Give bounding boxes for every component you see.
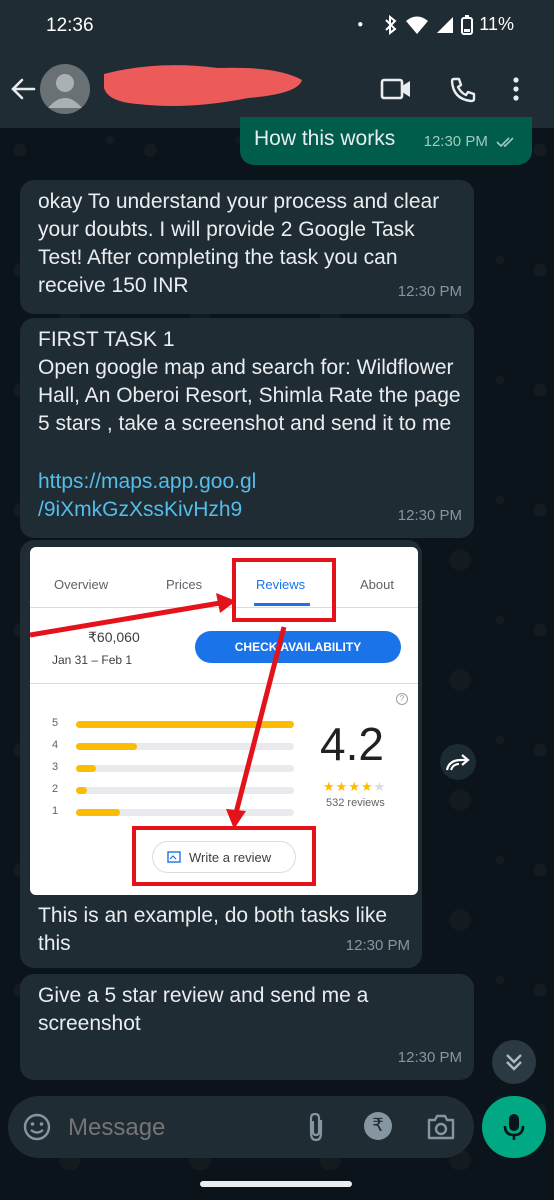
message-meta: 12:30 PM [424,128,518,156]
attach-icon[interactable] [306,1112,326,1142]
message-text: okay To understand your process and clea… [38,190,446,297]
dot-icon: ● [357,19,364,30]
emoji-icon[interactable] [22,1112,52,1142]
battery-icon [461,14,474,35]
read-receipt-icon [496,137,514,148]
back-arrow-icon[interactable] [10,76,36,102]
message-text: Give a 5 star review and send me a scree… [38,984,375,1035]
signal-icon [437,16,454,33]
message-time: 12:30 PM [397,1049,462,1066]
phone-icon[interactable] [449,76,477,104]
link-line: /9iXmkGzXssKivHzh9 [38,498,243,521]
double-chevron-down-icon [506,1054,522,1071]
message-time: 12:30 PM [397,507,462,524]
bluetooth-icon [385,14,397,35]
message-composer: ₹ [8,1096,474,1158]
message-time: 12:30 PM [397,283,462,300]
status-bar: 12:36 ● 11% [0,0,554,52]
redacted-contact-name[interactable] [98,58,308,114]
forward-button[interactable] [440,744,476,780]
example-screenshot-image[interactable]: Overview Prices Reviews About ₹60,060 Ja… [30,547,418,895]
forward-icon [445,754,470,771]
scroll-to-bottom-button[interactable] [492,1040,536,1084]
default-avatar-icon [48,74,82,108]
message-link[interactable]: https://maps.app.goo.gl /9iXmkGzXssKivHz… [38,468,256,524]
video-call-icon[interactable] [380,76,412,102]
message-input[interactable] [66,1108,290,1148]
image-caption: This is an example, do both tasks like t… [38,904,393,955]
mic-button[interactable] [482,1096,546,1158]
status-time: 12:36 [46,15,94,36]
avatar[interactable] [40,64,90,114]
mic-icon [503,1114,525,1140]
incoming-message[interactable]: FIRST TASK 1 Open google map and search … [20,318,474,538]
incoming-message[interactable]: Give a 5 star review and send me a scree… [20,974,474,1080]
camera-icon[interactable] [426,1114,456,1140]
message-text: FIRST TASK 1 Open google map and search … [38,328,461,435]
incoming-message[interactable]: okay To understand your process and clea… [20,180,474,314]
outgoing-message[interactable]: How this works 12:30 PM [240,117,532,165]
message-time: 12:30 PM [423,133,488,150]
home-indicator[interactable] [200,1181,352,1187]
battery-percent: 11% [479,14,514,34]
link-line: https://maps.app.goo.gl [38,470,257,493]
message-text: How this works [254,127,396,150]
annotation-overlay [30,558,336,886]
wifi-icon [406,16,429,34]
status-icons: ● 11% [357,14,514,35]
more-vert-icon[interactable] [512,76,520,102]
rupee-icon[interactable]: ₹ [364,1112,392,1140]
